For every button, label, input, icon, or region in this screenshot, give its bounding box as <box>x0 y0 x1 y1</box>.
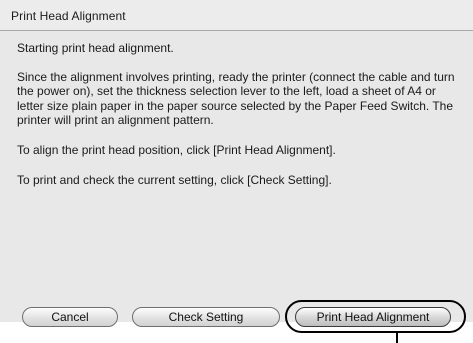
check-setting-button[interactable]: Check Setting <box>132 307 280 327</box>
cancel-button[interactable]: Cancel <box>22 307 118 327</box>
dialog-content: Starting print head alignment. Since the… <box>17 41 457 202</box>
intro-text: Starting print head alignment. <box>17 41 174 55</box>
dialog-title: Print Head Alignment <box>11 9 126 23</box>
callout-pointer-line <box>396 333 398 343</box>
title-bar: Print Head Alignment <box>0 0 473 31</box>
instructions-text: Since the alignment involves printing, r… <box>17 69 455 128</box>
check-hint-text: To print and check the current setting, … <box>17 172 332 187</box>
print-head-alignment-dialog: Print Head Alignment Starting print head… <box>0 0 473 327</box>
callout-highlight-ring <box>285 300 466 333</box>
align-hint-text: To align the print head position, click … <box>17 142 336 157</box>
